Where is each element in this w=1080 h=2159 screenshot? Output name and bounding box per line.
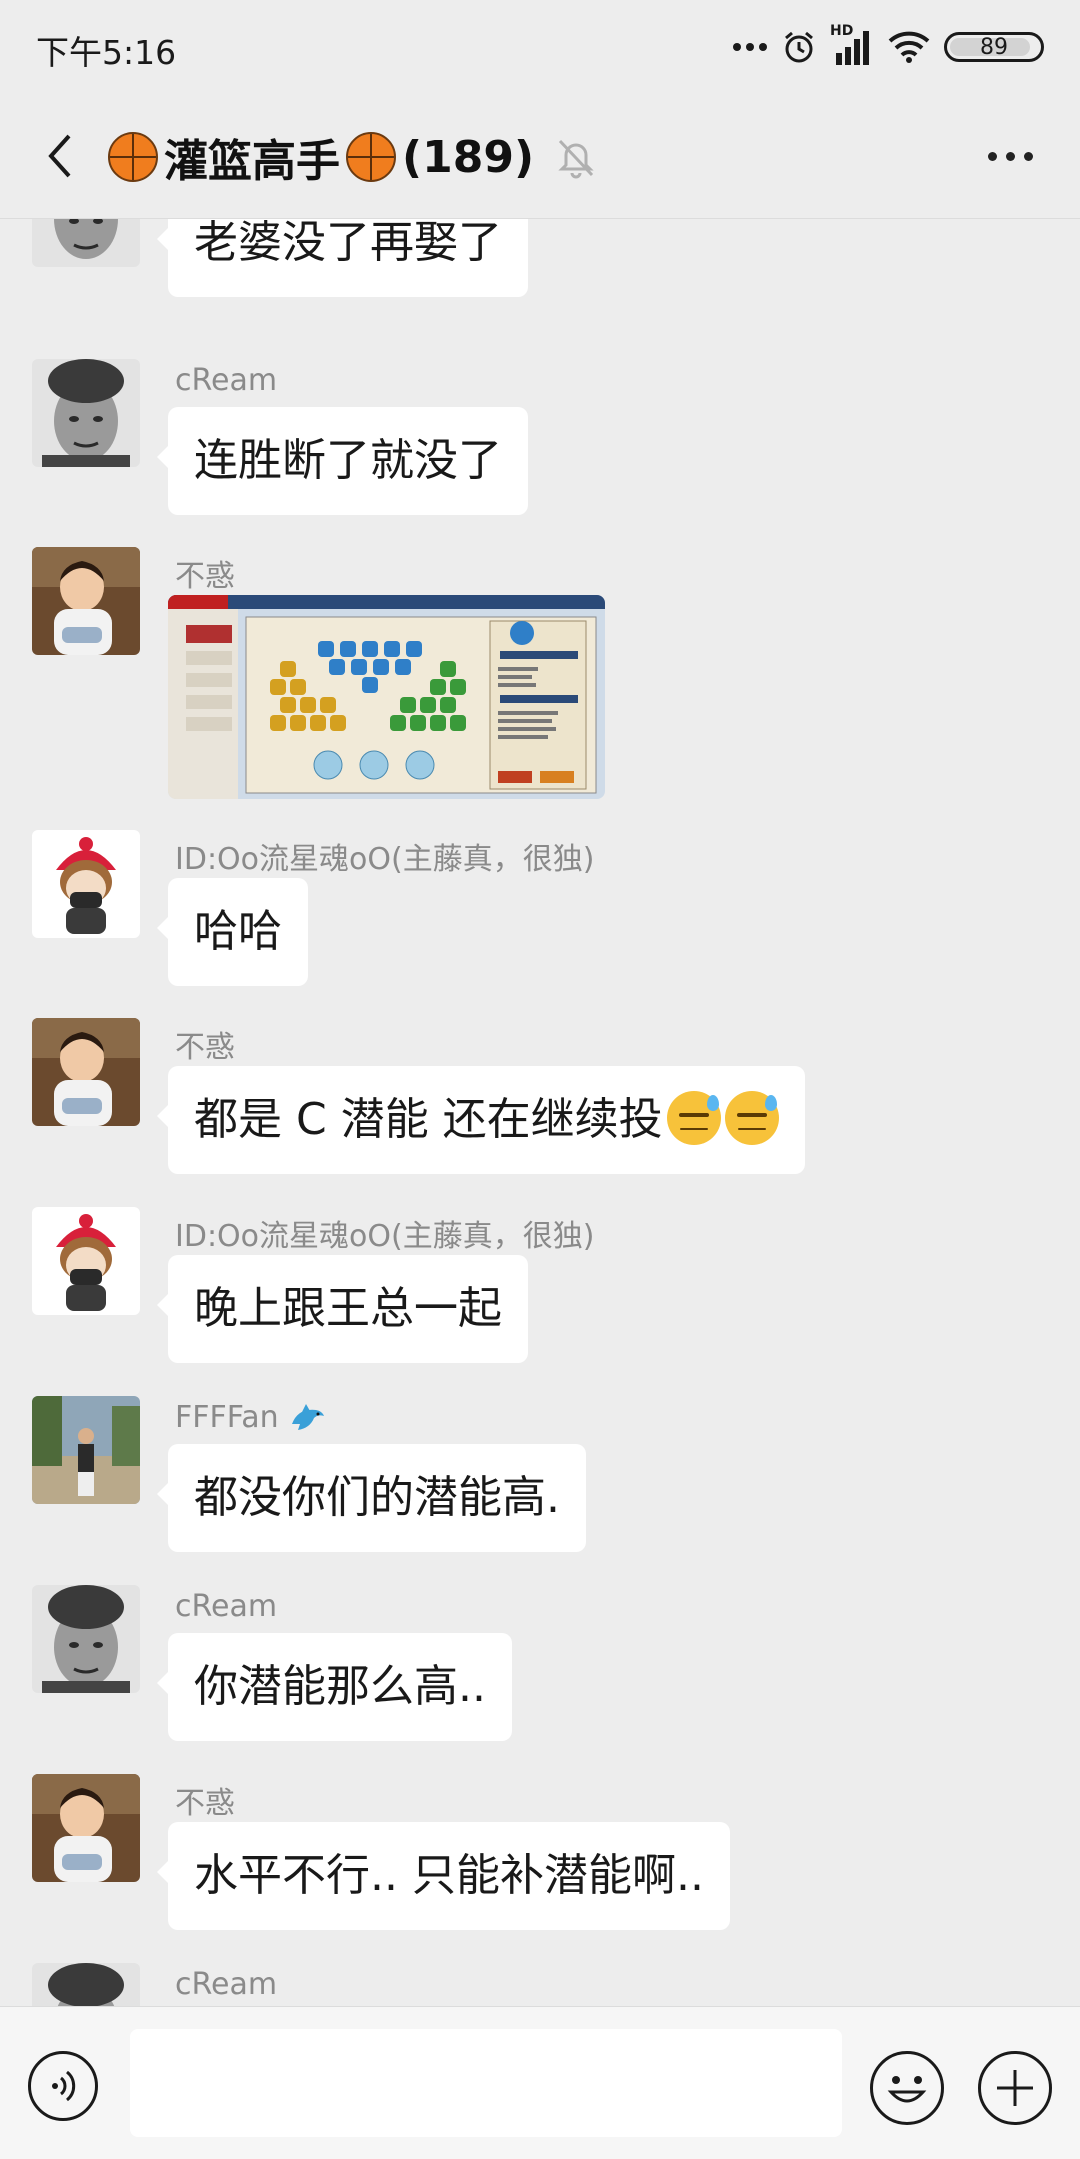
message-bubble[interactable]: 都是 C 潜能 还在继续投 [157, 1066, 805, 1174]
message-bubble[interactable]: 老婆没了再娶了 [157, 219, 528, 297]
avatar[interactable] [32, 1018, 140, 1126]
chevron-left-icon [48, 134, 71, 178]
voice-input-button[interactable] [28, 2051, 98, 2121]
voice-icon [52, 2070, 76, 2102]
sender-name: ID:Oo流星魂oO(主藤真，很独) [175, 1219, 595, 1254]
sender-name: ID:Oo流星魂oO(主藤真，很独) [175, 842, 595, 877]
game-screenshot-image [168, 595, 605, 799]
dot [1023, 151, 1033, 161]
message-bubble[interactable]: 晚上跟王总一起 [157, 1255, 528, 1363]
smiley-icon [887, 2076, 927, 2103]
group-name: 灌篮高手 [164, 136, 340, 187]
message-bubble[interactable]: 哈哈 [157, 878, 308, 986]
avatar[interactable] [32, 1774, 140, 1882]
back-button[interactable] [30, 124, 90, 188]
image-message[interactable] [168, 595, 605, 799]
sender-name: 不惑 [175, 1030, 235, 1065]
battery-indicator: 89 [944, 32, 1044, 62]
sweat-emoji-icon [724, 1091, 779, 1145]
alarm-icon [785, 31, 813, 63]
sender-name: cReam [175, 1589, 278, 1624]
avatar[interactable] [32, 830, 140, 938]
signal-icon: HD [830, 23, 874, 67]
message-list[interactable]: 老婆没了再娶了 cReam 连胜断了就没了 不惑 ID:Oo流星魂oO(主藤真，… [0, 219, 1080, 2006]
sweat-emoji-icon [666, 1091, 721, 1145]
dot [987, 151, 997, 161]
status-icons: HD 89 [732, 23, 1044, 70]
chat-title: 灌篮高手 (189) [108, 126, 598, 188]
wifi-icon [888, 31, 930, 63]
message-text: 都是 C 潜能 还在继续投 [194, 1094, 663, 1145]
more-actions-button[interactable] [978, 2051, 1052, 2125]
input-bar [0, 2006, 1080, 2159]
avatar[interactable] [32, 219, 140, 267]
sender-label: FFFFan [175, 1400, 279, 1435]
basketball-icon [346, 132, 396, 182]
sender-name: FFFFan [175, 1400, 326, 1436]
avatar[interactable] [32, 1963, 140, 2006]
avatar[interactable] [32, 547, 140, 655]
avatar[interactable] [32, 1207, 140, 1315]
avatar[interactable] [32, 359, 140, 467]
avatar[interactable] [32, 1585, 140, 1693]
more-dots-icon [733, 43, 767, 51]
message-bubble[interactable]: 连胜断了就没了 [157, 407, 528, 515]
sender-name: cReam [175, 1967, 278, 2002]
basketball-icon [108, 132, 158, 182]
status-time: 下午5:16 [36, 33, 177, 72]
chat-header: 灌篮高手 (189) [0, 96, 1080, 219]
muted-bell-icon [558, 139, 594, 179]
more-options-button[interactable] [970, 126, 1050, 186]
dolphin-icon [292, 1403, 325, 1430]
sender-name: 不惑 [175, 1786, 235, 1821]
message-bubble[interactable]: 水平不行.. 只能补潜能啊.. [157, 1822, 730, 1930]
message-bubble[interactable]: 都没你们的潜能高. [157, 1444, 586, 1552]
battery-level: 89 [980, 34, 1008, 60]
status-bar: 下午5:16 HD 89 [0, 0, 1080, 96]
avatar[interactable] [32, 1396, 140, 1504]
sender-name: 不惑 [175, 559, 235, 594]
dot [1005, 151, 1015, 161]
message-input[interactable] [130, 2029, 842, 2137]
sender-name: cReam [175, 363, 278, 398]
message-bubble[interactable]: 你潜能那么高.. [157, 1633, 512, 1741]
plus-icon [997, 2070, 1033, 2106]
member-count: (189) [402, 131, 535, 183]
emoji-button[interactable] [870, 2051, 944, 2125]
